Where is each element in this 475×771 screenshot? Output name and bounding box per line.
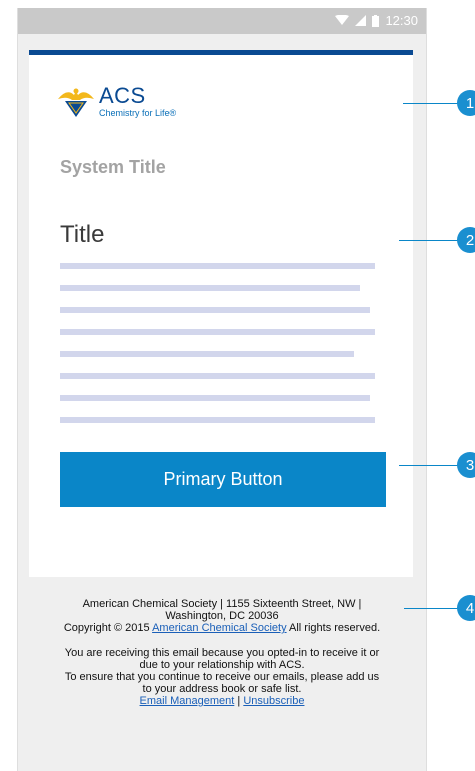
primary-button[interactable]: Primary Button <box>60 452 386 507</box>
battery-icon <box>372 14 380 27</box>
placeholder-line <box>60 263 375 269</box>
callout-line-1 <box>403 103 461 104</box>
footer-notice-line: You are receiving this email because you… <box>64 647 380 659</box>
status-time: 12:30 <box>385 13 418 28</box>
callout-line-2 <box>399 240 461 241</box>
callout-line-3 <box>399 465 461 466</box>
acs-logo: ACS Chemistry for Life® <box>58 85 176 118</box>
wifi-icon <box>335 15 350 25</box>
placeholder-line <box>60 417 375 423</box>
system-title: System Title <box>60 157 166 177</box>
footer-notice-line: to your address book or safe list. <box>142 683 302 695</box>
acs-eagle-emblem-icon <box>58 88 94 117</box>
annotation-marker-3: 3 <box>457 452 475 478</box>
email-footer: American Chemical Society | 1155 Sixteen… <box>18 598 426 707</box>
email-management-link[interactable]: Email Management <box>140 695 235 707</box>
placeholder-line <box>60 351 354 357</box>
footer-notice-line: To ensure that you continue to receive o… <box>64 671 380 683</box>
logo-wordmark: ACS <box>99 83 146 108</box>
placeholder-line <box>60 307 370 313</box>
copyright-prefix: Copyright © 2015 <box>63 622 150 634</box>
acs-link[interactable]: American Chemical Society <box>152 622 287 634</box>
body-text-placeholder <box>60 263 375 439</box>
copyright-suffix: All rights reserved. <box>289 622 381 634</box>
placeholder-line <box>60 285 360 291</box>
email-title: Title <box>60 221 105 248</box>
placeholder-line <box>60 395 370 401</box>
phone-frame: 12:30 ACS Chemistry for Life® System Tit… <box>17 8 427 771</box>
footer-address-line: American Chemical Society | 1155 Sixteen… <box>82 598 362 610</box>
unsubscribe-link[interactable]: Unsubscribe <box>243 695 304 707</box>
annotation-marker-1: 1 <box>457 90 475 116</box>
annotation-marker-2: 2 <box>457 227 475 253</box>
logo-tagline: Chemistry for Life® <box>99 108 177 118</box>
placeholder-line <box>60 329 375 335</box>
email-card: ACS Chemistry for Life® System Title Tit… <box>29 50 413 577</box>
signal-icon <box>355 15 367 26</box>
status-bar: 12:30 <box>18 8 426 34</box>
placeholder-line <box>60 373 375 379</box>
footer-copyright: Copyright © 2015 American Chemical Socie… <box>18 622 426 634</box>
annotation-marker-4: 4 <box>457 595 475 621</box>
footer-links: Email Management | Unsubscribe <box>18 695 426 707</box>
footer-link-separator: | <box>237 695 241 707</box>
footer-address-line: Washington, DC 20036 <box>165 610 279 622</box>
callout-line-4 <box>404 608 461 609</box>
footer-notice-line: due to your relationship with ACS. <box>139 659 305 671</box>
